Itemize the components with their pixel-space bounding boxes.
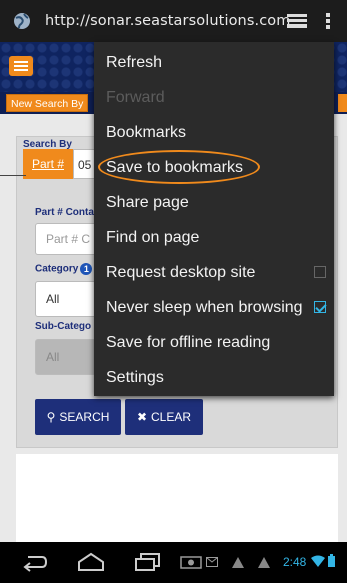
menu-item-refresh[interactable]: Refresh [94,45,334,80]
menu-label: Bookmarks [106,124,187,141]
battery-icon [328,554,335,567]
menu-label: Settings [106,369,164,386]
menu-item-bookmarks[interactable]: Bookmarks [94,115,334,150]
menu-label: Refresh [106,54,163,71]
nav-tab-right[interactable] [338,94,347,112]
highlight-ellipse [98,150,260,184]
menu-label: Request desktop site [106,264,256,281]
subcategory-label: Sub-Catego [35,321,92,332]
search-button-label: SEARCH [59,410,110,424]
menu-label: Forward [106,89,165,106]
status-clock: 2:48 [283,555,307,569]
menu-item-save-offline[interactable]: Save for offline reading [94,325,334,360]
part-contains-label: Part # Conta [35,207,94,218]
never-sleep-checkbox[interactable] [314,301,326,313]
new-search-tab[interactable]: New Search By [6,94,89,112]
warning-icon [232,557,244,568]
screenshot-icon [180,556,202,569]
results-pane [16,454,338,542]
category-label: Category 1 [35,263,93,275]
clear-button[interactable]: ✖ CLEAR [125,399,203,435]
menu-item-share-page[interactable]: Share page [94,185,334,220]
menu-item-never-sleep[interactable]: Never sleep when browsing [94,290,334,325]
menu-label: Save for offline reading [106,334,271,351]
wifi-icon [311,555,325,567]
menu-item-forward: Forward [94,80,334,115]
menu-item-request-desktop-site[interactable]: Request desktop site [94,255,334,290]
url-text[interactable]: http://sonar.seastarsolutions.com [45,13,290,29]
info-icon[interactable]: 1 [80,263,93,275]
browser-url-bar: http://sonar.seastarsolutions.com [0,0,347,42]
category-label-text: Category [35,263,79,275]
browser-overflow-menu: Refresh Forward Bookmarks Save to bookma… [94,42,334,396]
hamburger-icon[interactable] [9,56,33,76]
menu-label: Find on page [106,229,200,246]
overflow-menu-icon[interactable] [325,12,331,30]
tabs-icon[interactable] [287,14,307,28]
menu-item-settings[interactable]: Settings [94,360,334,395]
email-icon [206,557,218,567]
system-navbar: 2:48 [0,542,347,583]
clear-button-label: CLEAR [151,410,192,424]
search-icon: ⚲ [46,410,56,424]
desktop-site-checkbox[interactable] [314,266,326,278]
back-icon[interactable] [22,554,48,572]
menu-label: Never sleep when browsing [106,299,303,316]
recent-apps-icon[interactable] [135,553,161,571]
menu-item-find-on-page[interactable]: Find on page [94,220,334,255]
globe-icon [14,13,30,29]
menu-label: Share page [106,194,189,211]
search-button[interactable]: ⚲ SEARCH [35,399,121,435]
part-number-button[interactable]: Part # [23,149,73,179]
close-icon: ✖ [136,410,148,424]
home-icon[interactable] [77,552,105,572]
annotation-pointer [0,175,26,176]
warning-icon-2 [258,557,270,568]
